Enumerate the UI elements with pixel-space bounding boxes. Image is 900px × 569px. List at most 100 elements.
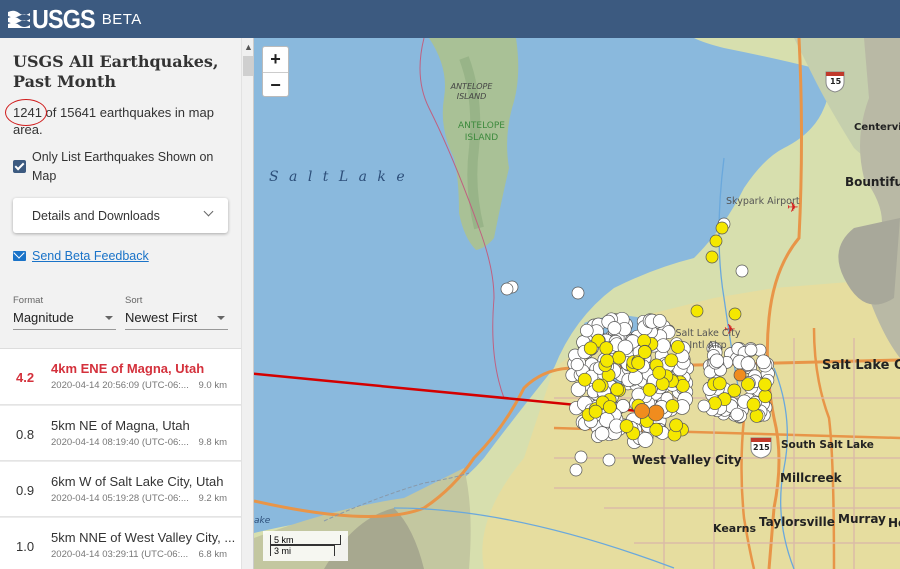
earthquake-marker[interactable] bbox=[749, 409, 764, 423]
earthquake-marker[interactable] bbox=[612, 350, 626, 365]
earthquake-marker[interactable] bbox=[637, 345, 652, 359]
earthquake-marker[interactable] bbox=[602, 400, 617, 414]
label-kearns: Kearns bbox=[713, 522, 757, 535]
label-centerville: Centervi bbox=[854, 122, 900, 133]
earthquake-marker[interactable] bbox=[637, 432, 654, 448]
earthquake-marker[interactable] bbox=[570, 358, 584, 372]
earthquake-marker[interactable] bbox=[647, 404, 665, 422]
earthquake-marker[interactable] bbox=[697, 399, 711, 413]
earthquake-marker[interactable] bbox=[655, 338, 671, 354]
earthquake-marker[interactable] bbox=[583, 341, 598, 356]
sidebar: USGS All Earthquakes, Past Month 1241 of… bbox=[0, 38, 254, 569]
format-label: Format bbox=[13, 295, 44, 306]
earthquake-marker[interactable] bbox=[744, 343, 758, 357]
earthquake-marker[interactable] bbox=[664, 353, 679, 368]
earthquake-marker[interactable] bbox=[758, 389, 773, 404]
earthquake-marker[interactable] bbox=[709, 353, 725, 368]
earthquake-marker[interactable] bbox=[652, 365, 667, 380]
earthquake-marker[interactable] bbox=[634, 403, 650, 419]
earthquake-marker[interactable] bbox=[756, 354, 771, 370]
list-item[interactable]: 0.8 5km NE of Magna, Utah 2020-04-14 08:… bbox=[0, 405, 241, 461]
item-time: 2020-04-14 08:19:40 (UTC-06:... bbox=[51, 437, 189, 448]
label-salt-lake: S a l t L a k e bbox=[269, 169, 408, 185]
earthquake-marker[interactable] bbox=[733, 368, 747, 382]
sort-value[interactable]: Newest First bbox=[125, 310, 228, 330]
earthquake-marker[interactable] bbox=[740, 356, 756, 371]
earthquake-marker[interactable] bbox=[619, 419, 634, 433]
item-depth: 9.8 km bbox=[198, 437, 227, 448]
earthquake-marker[interactable] bbox=[715, 221, 729, 235]
earthquake-marker[interactable] bbox=[602, 453, 616, 467]
label-i215: 215 bbox=[753, 443, 770, 452]
earthquake-marker[interactable] bbox=[669, 418, 683, 433]
item-place: 6km W of Salt Lake City, Utah bbox=[51, 474, 224, 489]
label-taylorsville: Taylorsville bbox=[759, 515, 835, 529]
label-bountiful: Bountiful bbox=[845, 175, 900, 189]
label-ho: Ho bbox=[888, 516, 900, 530]
earthquake-marker[interactable] bbox=[712, 376, 727, 391]
earthquake-marker[interactable] bbox=[600, 353, 614, 368]
chevron-down-icon bbox=[203, 206, 214, 217]
earthquake-marker[interactable] bbox=[580, 323, 594, 338]
list-item[interactable]: 0.9 6km W of Salt Lake City, Utah 2020-0… bbox=[0, 461, 241, 517]
send-feedback-link[interactable]: Send Beta Feedback bbox=[32, 249, 149, 263]
earthquake-marker[interactable] bbox=[758, 377, 772, 392]
map[interactable]: ✈ ✈ S a l t L a k e ANTELOPE ISLAND ANTE… bbox=[254, 38, 900, 569]
earthquake-marker[interactable] bbox=[746, 397, 761, 412]
earthquake-list: 4.2 4km ENE of Magna, Utah 2020-04-14 20… bbox=[0, 348, 241, 569]
earthquake-marker[interactable] bbox=[628, 370, 643, 386]
top-bar: USGS BETA bbox=[0, 0, 900, 38]
send-feedback[interactable]: Send Beta Feedback bbox=[13, 249, 149, 263]
label-lake-fragment: ake bbox=[254, 516, 271, 526]
zoom-out-button[interactable]: − bbox=[263, 72, 288, 97]
item-depth: 9.0 km bbox=[198, 380, 227, 391]
earthquake-marker[interactable] bbox=[594, 426, 610, 441]
earthquake-marker[interactable] bbox=[665, 399, 680, 413]
scroll-up-icon[interactable]: ▲ bbox=[244, 42, 253, 52]
details-downloads-expander[interactable]: Details and Downloads bbox=[13, 198, 228, 233]
earthquake-marker[interactable] bbox=[690, 304, 704, 318]
format-value[interactable]: Magnitude bbox=[13, 310, 116, 330]
map-basemap: ✈ ✈ bbox=[254, 38, 900, 569]
earthquake-marker[interactable] bbox=[571, 286, 585, 300]
earthquake-marker[interactable] bbox=[642, 382, 657, 397]
format-value-text: Magnitude bbox=[13, 310, 74, 325]
sort-label: Sort bbox=[125, 295, 143, 306]
zoom-in-button[interactable]: + bbox=[263, 47, 288, 72]
label-salt-lake-city: Salt Lake C bbox=[822, 358, 900, 373]
item-depth: 9.2 km bbox=[198, 493, 227, 504]
annotation-circle bbox=[5, 99, 47, 126]
earthquake-marker[interactable] bbox=[708, 396, 722, 411]
only-list-shown-toggle[interactable]: Only List Earthquakes Shown on Map bbox=[13, 148, 238, 186]
earthquake-marker[interactable] bbox=[592, 378, 606, 393]
earthquake-marker[interactable] bbox=[730, 407, 744, 422]
sort-select[interactable]: Sort Newest First bbox=[125, 295, 228, 330]
item-place: 5km NNE of West Valley City, ... bbox=[51, 530, 236, 545]
logo-text: USGS bbox=[32, 3, 96, 34]
earthquake-marker[interactable] bbox=[500, 282, 514, 296]
scroll-thumb[interactable] bbox=[243, 56, 253, 76]
dropdown-arrow-icon bbox=[217, 316, 225, 320]
usgs-logo[interactable]: USGS BETA bbox=[8, 4, 142, 35]
label-west-valley-city: West Valley City bbox=[632, 453, 742, 467]
earthquake-marker[interactable] bbox=[577, 372, 592, 387]
sidebar-scrollbar[interactable]: ▲ bbox=[241, 38, 253, 569]
earthquake-marker[interactable] bbox=[728, 307, 742, 321]
earthquake-marker[interactable] bbox=[735, 264, 749, 278]
scale-km: 5 km bbox=[270, 535, 341, 545]
list-item[interactable]: 1.0 5km NNE of West Valley City, ... 202… bbox=[0, 517, 241, 569]
item-magnitude: 4.2 bbox=[16, 370, 35, 385]
checkbox-checked[interactable] bbox=[13, 160, 26, 173]
earthquake-marker[interactable] bbox=[588, 404, 603, 419]
earthquake-marker[interactable] bbox=[709, 234, 723, 248]
earthquake-marker[interactable] bbox=[610, 382, 625, 397]
earthquake-marker[interactable] bbox=[569, 463, 583, 477]
item-magnitude: 0.9 bbox=[16, 483, 35, 498]
earthquake-marker[interactable] bbox=[599, 341, 614, 355]
format-select[interactable]: Format Magnitude bbox=[13, 295, 116, 330]
earthquake-marker[interactable] bbox=[652, 314, 667, 328]
earthquake-marker[interactable] bbox=[574, 450, 588, 464]
earthquake-marker[interactable] bbox=[705, 250, 719, 264]
list-item[interactable]: 4.2 4km ENE of Magna, Utah 2020-04-14 20… bbox=[0, 349, 241, 405]
earthquake-marker[interactable] bbox=[607, 321, 622, 335]
